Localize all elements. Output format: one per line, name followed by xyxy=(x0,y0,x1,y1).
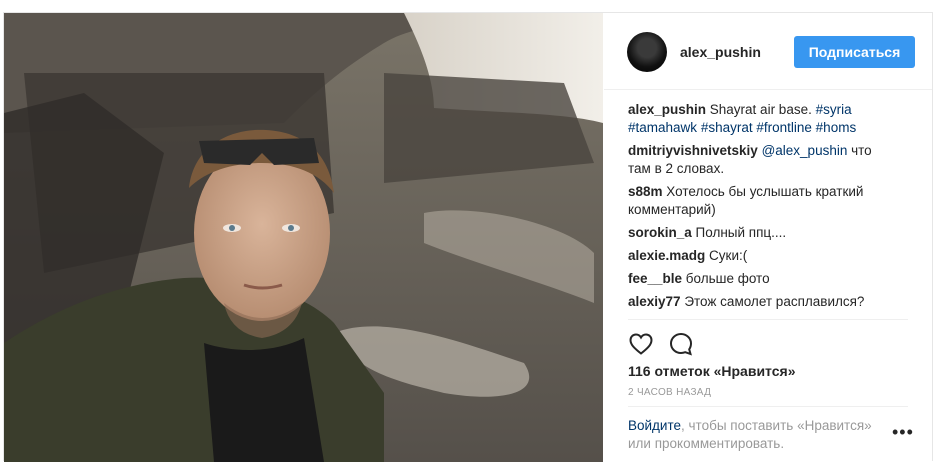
comment-username[interactable]: alexiy77 xyxy=(628,294,681,309)
like-button[interactable] xyxy=(628,331,654,357)
comment-caption: alex_pushin Shayrat air base. #syria #ta… xyxy=(628,101,898,137)
hashtag-link[interactable]: #tamahawk xyxy=(628,120,697,135)
post-photo[interactable] xyxy=(4,13,603,462)
comment-item: s88m Хотелось бы услышать краткий коммен… xyxy=(628,183,898,219)
comment-item: sorokin_a Полный ппц.... xyxy=(628,224,898,242)
comment-item: alexie.madg Суки:( xyxy=(628,247,898,265)
post-sidebar: alex_pushin Подписаться alex_pushin Shay… xyxy=(604,13,932,461)
divider xyxy=(628,406,908,407)
comment-item: alexiy77 Этож самолет расплавился? xyxy=(628,293,898,311)
more-dots-icon[interactable]: ••• xyxy=(892,423,914,441)
hashtag-link[interactable]: #homs xyxy=(816,120,857,135)
comment-text: Суки:( xyxy=(705,248,748,263)
follow-button[interactable]: Подписаться xyxy=(794,36,915,68)
login-prompt: Войдите, чтобы поставить «Нравится» или … xyxy=(628,417,888,453)
hashtag-link[interactable]: #syria xyxy=(816,102,852,117)
comment-username[interactable]: fee__ble xyxy=(628,271,682,286)
speech-bubble-icon xyxy=(669,332,693,356)
comment-text: больше фото xyxy=(682,271,770,286)
comment-button[interactable] xyxy=(668,331,694,357)
selfie-image xyxy=(4,13,603,462)
comment-username[interactable]: alex_pushin xyxy=(628,102,706,117)
comment-text: Этож самолет расплавился? xyxy=(680,294,865,309)
heart-icon xyxy=(629,333,653,355)
post-timestamp: 2 часов назад xyxy=(628,387,712,398)
avatar[interactable] xyxy=(627,32,667,72)
comment-text: Shayrat air base. xyxy=(706,102,816,117)
mention-link[interactable]: @alex_pushin xyxy=(762,143,848,158)
comment-text: Хотелось бы услышать краткий комментарий… xyxy=(628,184,864,217)
comment-username[interactable]: dmitriyvishnivetskiy xyxy=(628,143,758,158)
hashtag-link[interactable]: #shayrat xyxy=(701,120,753,135)
author-username[interactable]: alex_pushin xyxy=(680,44,761,60)
post-card: alex_pushin Подписаться alex_pushin Shay… xyxy=(3,12,933,462)
comment-username[interactable]: s88m xyxy=(628,184,663,199)
hashtag-link[interactable]: #frontline xyxy=(756,120,812,135)
comments-list: alex_pushin Shayrat air base. #syria #ta… xyxy=(628,101,898,316)
comment-item: fee__ble больше фото xyxy=(628,270,898,288)
comment-text: Полный ппц.... xyxy=(691,225,787,240)
likes-count[interactable]: 116 отметок «Нравится» xyxy=(628,363,795,379)
login-link[interactable]: Войдите xyxy=(628,418,681,433)
comment-item: dmitriyvishnivetskiy @alex_pushin что та… xyxy=(628,142,898,178)
comment-username[interactable]: sorokin_a xyxy=(628,225,692,240)
comment-username[interactable]: alexie.madg xyxy=(628,248,705,263)
divider xyxy=(628,319,908,320)
post-header: alex_pushin Подписаться xyxy=(604,13,932,90)
